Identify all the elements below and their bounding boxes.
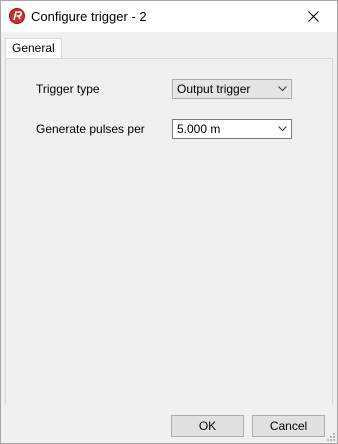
title-bar[interactable]: Configure trigger - 2 — [1, 1, 337, 32]
generate-pulses-label: Generate pulses per — [36, 122, 145, 136]
app-logo-icon — [9, 8, 25, 24]
chevron-down-icon — [278, 126, 287, 132]
close-button[interactable] — [291, 1, 337, 32]
tab-general[interactable]: General — [5, 38, 62, 59]
trigger-type-dropdown[interactable]: Output trigger — [172, 79, 292, 99]
general-tab-panel: Trigger type Output trigger Generate pul… — [5, 58, 333, 407]
resize-grip-icon[interactable] — [325, 431, 335, 441]
tab-strip: General — [1, 32, 337, 59]
trigger-type-label: Trigger type — [36, 82, 100, 96]
chevron-down-icon — [278, 86, 287, 92]
cancel-button[interactable]: Cancel — [252, 415, 325, 437]
trigger-type-value: Output trigger — [177, 82, 251, 96]
close-icon — [308, 11, 319, 22]
generate-pulses-value: 5.000 m — [177, 122, 221, 136]
ok-button[interactable]: OK — [171, 415, 244, 437]
window-title: Configure trigger - 2 — [31, 9, 147, 24]
generate-pulses-combobox[interactable]: 5.000 m — [172, 119, 292, 139]
dialog-footer: OK Cancel — [1, 405, 337, 443]
configure-trigger-dialog: Configure trigger - 2 General Trigger ty… — [0, 0, 338, 444]
